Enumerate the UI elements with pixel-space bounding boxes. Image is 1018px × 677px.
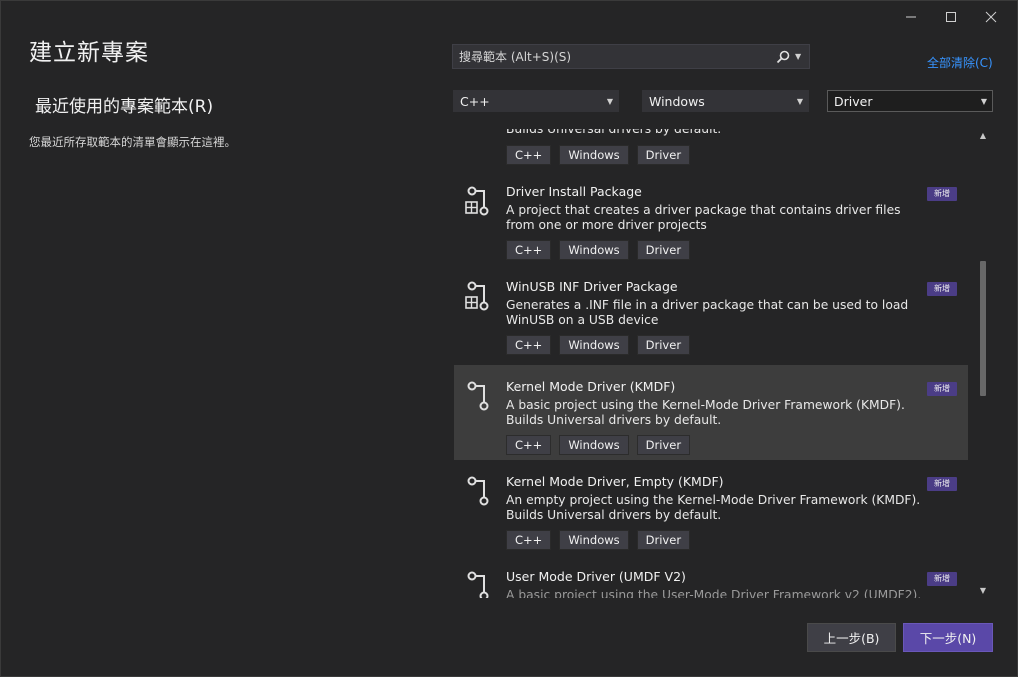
project-type-filter-dropdown[interactable]: Driver ▼ bbox=[827, 90, 993, 112]
search-options-chevron-down-icon[interactable]: ▼ bbox=[795, 52, 805, 61]
tag-language: C++ bbox=[506, 335, 552, 355]
driver-icon bbox=[467, 381, 489, 411]
template-list[interactable]: Builds Universal drivers by default. C++… bbox=[454, 129, 968, 598]
window-controls bbox=[891, 5, 1011, 29]
close-button[interactable] bbox=[971, 5, 1011, 29]
template-list-item[interactable]: WinUSB INF Driver Package Generates a .I… bbox=[454, 265, 968, 360]
template-description: A basic project using the User-Mode Driv… bbox=[506, 588, 922, 598]
template-description: Builds Universal drivers by default. bbox=[506, 129, 722, 136]
minimize-button[interactable] bbox=[891, 5, 931, 29]
template-name: WinUSB INF Driver Package bbox=[506, 279, 678, 294]
template-description: An empty project using the Kernel-Mode D… bbox=[506, 493, 921, 522]
driver-icon bbox=[467, 571, 489, 598]
chevron-down-icon: ▼ bbox=[980, 96, 988, 106]
scroll-up-arrow-icon[interactable]: ▲ bbox=[976, 129, 990, 143]
tag-language: C++ bbox=[506, 530, 552, 550]
recent-templates-description: 您最近所存取範本的清單會顯示在這裡。 bbox=[29, 135, 236, 149]
clear-all-link[interactable]: 全部清除(C) bbox=[927, 54, 993, 71]
tag-platform: Windows bbox=[559, 145, 629, 165]
tag-project-type: Driver bbox=[636, 530, 691, 550]
tag-platform: Windows bbox=[559, 530, 629, 550]
template-tags: C++ Windows Driver bbox=[506, 435, 691, 455]
tag-platform: Windows bbox=[559, 435, 629, 455]
template-list-item[interactable]: Driver Install Package A project that cr… bbox=[454, 170, 968, 265]
template-list-item-selected[interactable]: Kernel Mode Driver (KMDF) A basic projec… bbox=[454, 365, 968, 460]
chevron-down-icon: ▼ bbox=[796, 96, 804, 106]
maximize-icon bbox=[946, 12, 956, 22]
chevron-down-icon: ▼ bbox=[606, 96, 614, 106]
search-icon[interactable] bbox=[771, 50, 795, 64]
next-button[interactable]: 下一步(N) bbox=[903, 623, 993, 652]
template-list-scrollbar[interactable]: ▲ ▼ bbox=[976, 129, 990, 598]
template-tags: C++ Windows Driver bbox=[506, 530, 691, 550]
language-filter-dropdown[interactable]: C++ ▼ bbox=[453, 90, 619, 112]
template-name: User Mode Driver (UMDF V2) bbox=[506, 569, 686, 584]
tag-platform: Windows bbox=[559, 335, 629, 355]
tag-project-type: Driver bbox=[636, 335, 691, 355]
template-name: Driver Install Package bbox=[506, 184, 642, 199]
new-badge: 新增 bbox=[927, 572, 957, 586]
tag-language: C++ bbox=[506, 435, 552, 455]
project-type-filter-value: Driver bbox=[834, 93, 873, 109]
search-input[interactable]: 搜尋範本 (Alt+S)(S) bbox=[459, 48, 771, 65]
maximize-button[interactable] bbox=[931, 5, 971, 29]
new-badge: 新增 bbox=[927, 477, 957, 491]
create-project-dialog: 建立新專案 最近使用的專案範本(R) 您最近所存取範本的清單會顯示在這裡。 搜尋… bbox=[0, 0, 1018, 677]
platform-filter-value: Windows bbox=[649, 93, 705, 109]
close-icon bbox=[985, 11, 997, 23]
dialog-title: 建立新專案 bbox=[29, 40, 149, 66]
driver-package-icon bbox=[465, 281, 489, 311]
template-list-item[interactable]: User Mode Driver (UMDF V2) A basic proje… bbox=[454, 555, 968, 598]
new-badge: 新增 bbox=[927, 282, 957, 296]
platform-filter-dropdown[interactable]: Windows ▼ bbox=[642, 90, 809, 112]
tag-language: C++ bbox=[506, 240, 552, 260]
driver-icon bbox=[467, 476, 489, 506]
template-tags: C++ Windows Driver bbox=[506, 145, 691, 165]
scroll-thumb[interactable] bbox=[980, 261, 986, 396]
template-description: A basic project using the Kernel-Mode Dr… bbox=[506, 398, 905, 427]
template-name: Kernel Mode Driver (KMDF) bbox=[506, 379, 676, 394]
tag-platform: Windows bbox=[559, 240, 629, 260]
tag-project-type: Driver bbox=[636, 435, 691, 455]
driver-package-icon bbox=[465, 186, 489, 216]
template-tags: C++ Windows Driver bbox=[506, 335, 691, 355]
tag-project-type: Driver bbox=[636, 145, 691, 165]
template-tags: C++ Windows Driver bbox=[506, 240, 691, 260]
back-button[interactable]: 上一步(B) bbox=[807, 623, 896, 652]
new-badge: 新增 bbox=[927, 187, 957, 201]
language-filter-value: C++ bbox=[460, 93, 490, 109]
template-description: Generates a .INF file in a driver packag… bbox=[506, 298, 909, 327]
template-description: A project that creates a driver package … bbox=[506, 203, 901, 232]
recent-templates-heading: 最近使用的專案範本(R) bbox=[35, 97, 214, 117]
scroll-down-arrow-icon[interactable]: ▼ bbox=[976, 584, 990, 598]
tag-project-type: Driver bbox=[636, 240, 691, 260]
minimize-icon bbox=[906, 16, 916, 18]
template-name: Kernel Mode Driver, Empty (KMDF) bbox=[506, 474, 724, 489]
template-list-item[interactable]: Kernel Mode Driver, Empty (KMDF) An empt… bbox=[454, 460, 968, 555]
tag-language: C++ bbox=[506, 145, 552, 165]
template-list-item[interactable]: Builds Universal drivers by default. C++… bbox=[454, 129, 968, 170]
new-badge: 新增 bbox=[927, 382, 957, 396]
template-search-box[interactable]: 搜尋範本 (Alt+S)(S) ▼ bbox=[452, 44, 810, 69]
